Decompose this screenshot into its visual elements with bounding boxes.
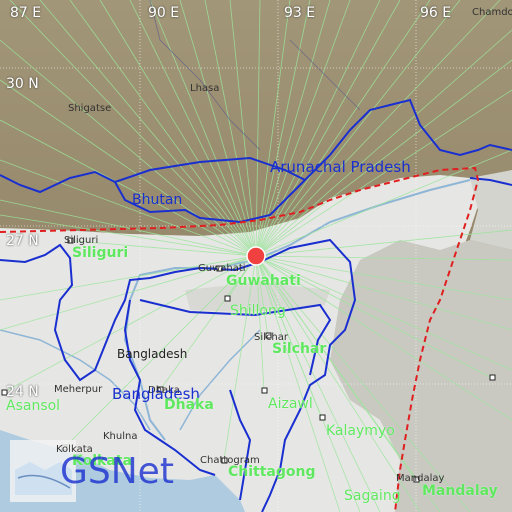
basemap-meherpur: Meherpur bbox=[54, 384, 103, 395]
station-kalaymyo[interactable]: Kalaymyo bbox=[326, 424, 395, 438]
station-siliguri[interactable]: Siliguri bbox=[72, 246, 128, 260]
basemap-shigatse: Shigatse bbox=[68, 103, 112, 114]
lat-label-30: 30 N bbox=[6, 76, 39, 92]
map-canvas[interactable]: 87 E 90 E 93 E 96 E 30 N 27 N 24 N Chamd… bbox=[0, 0, 512, 512]
epicenter-marker[interactable] bbox=[246, 246, 266, 266]
basemap-lhasa: Lhasa bbox=[190, 83, 220, 94]
station-shillong[interactable]: Shillong bbox=[230, 304, 286, 318]
station-asansol[interactable]: Asansol bbox=[6, 399, 60, 413]
station-aizawl[interactable]: Aizawl bbox=[268, 397, 313, 411]
gsnet-logo: GSNet bbox=[60, 451, 174, 492]
station-silchar[interactable]: Silchar bbox=[272, 342, 326, 356]
basemap-khulna: Khulna bbox=[103, 431, 138, 442]
lon-label-93: 93 E bbox=[284, 5, 316, 21]
kalaymyo-marker bbox=[319, 414, 326, 421]
station-dhaka[interactable]: Dhaka bbox=[164, 398, 214, 412]
lat-label-24: 24 N bbox=[6, 384, 39, 400]
lat-label-27: 27 N bbox=[6, 233, 39, 249]
lon-label-96: 96 E bbox=[420, 5, 452, 21]
basemap-chamdo: Chamdo bbox=[472, 7, 512, 18]
aizawl-marker bbox=[261, 387, 268, 394]
station-guwahati[interactable]: Guwahati bbox=[226, 274, 301, 288]
shillong-marker bbox=[224, 295, 231, 302]
station-chittagong[interactable]: Chittagong bbox=[228, 465, 316, 479]
region-arunachal: Arunachal Pradesh bbox=[270, 158, 411, 176]
region-bhutan: Bhutan bbox=[132, 192, 183, 208]
lon-label-87: 87 E bbox=[10, 5, 42, 21]
basemap-bangladesh: Bangladesh bbox=[117, 347, 188, 361]
lon-label-90: 90 E bbox=[148, 5, 180, 21]
station-sagaing[interactable]: Sagaing bbox=[344, 489, 401, 503]
station-mandalay[interactable]: Mandalay bbox=[422, 484, 498, 498]
east-marker bbox=[489, 374, 496, 381]
